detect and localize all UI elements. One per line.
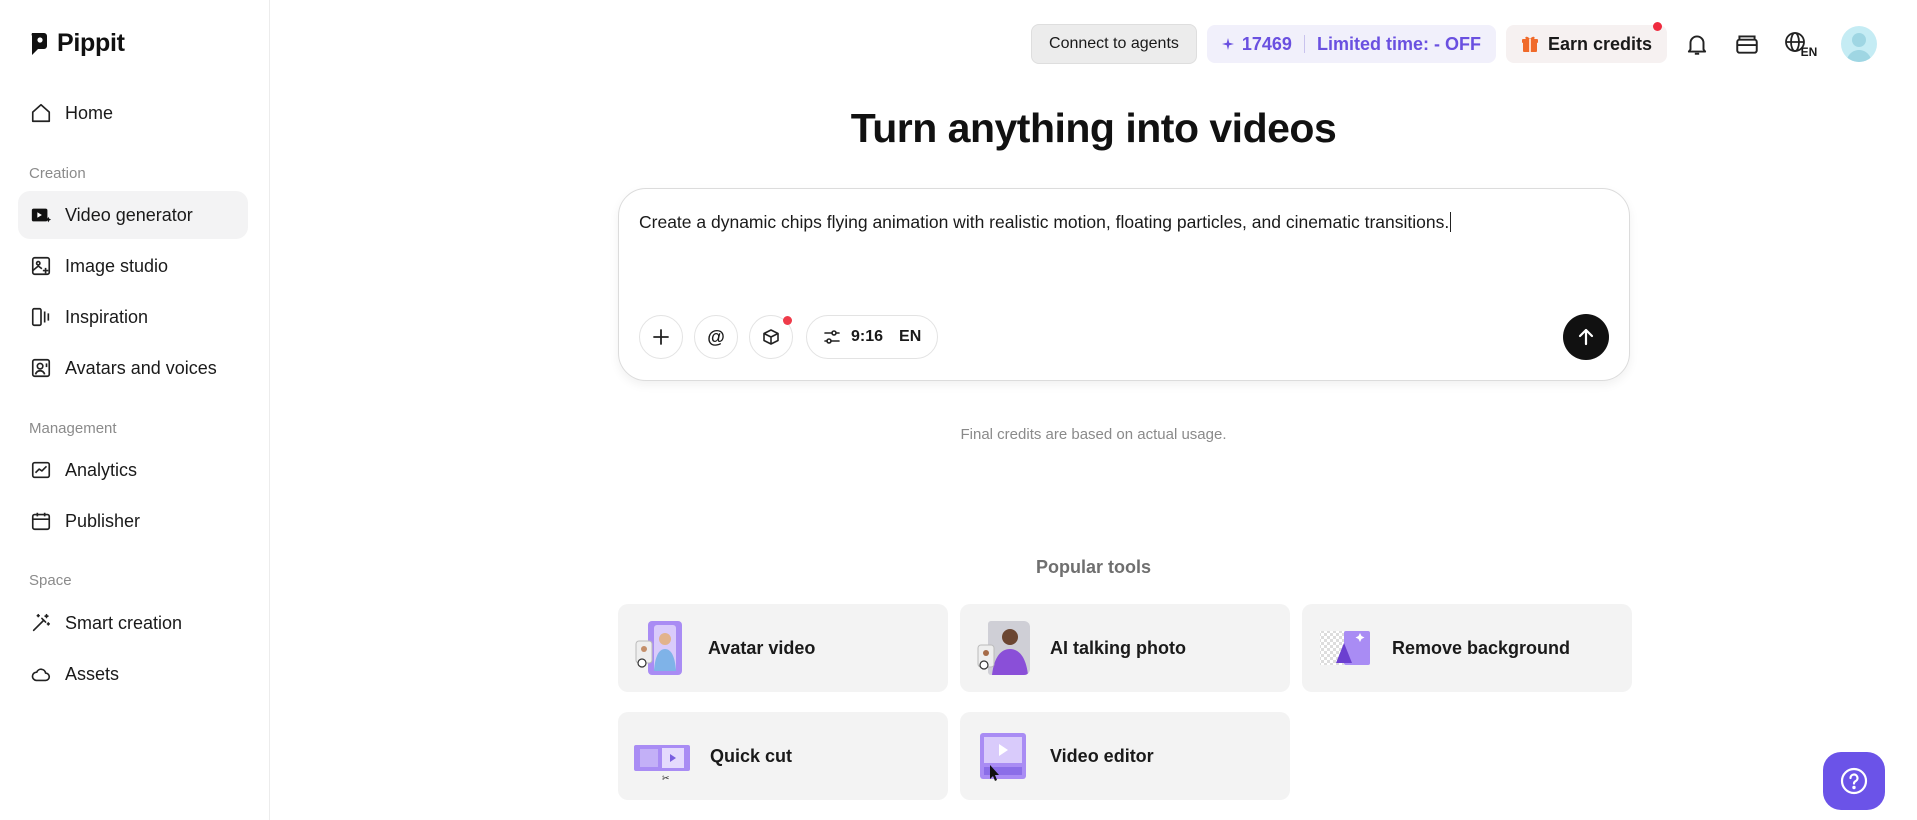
credits-count: 17469 [1241, 33, 1292, 54]
sidebar: Pippit Home Creation Video generator Ima… [0, 0, 270, 820]
settings-sliders-icon [824, 330, 840, 344]
prompt-composer: Create a dynamic chips flying animation … [618, 188, 1630, 381]
arrow-up-icon [1578, 328, 1594, 346]
wallet-icon [1736, 35, 1758, 54]
video-editor-thumb [976, 729, 1030, 783]
mention-button[interactable]: @ [694, 315, 738, 359]
credits-divider [1303, 35, 1305, 53]
tool-card-label: Remove background [1392, 637, 1571, 658]
sidebar-item-label: Avatars and voices [65, 357, 217, 378]
prompt-input[interactable]: Create a dynamic chips flying animation … [639, 212, 1451, 233]
sidebar-item-publisher[interactable]: Publisher [18, 497, 248, 545]
video-generator-icon [31, 208, 52, 223]
language-button[interactable]: EN [1777, 24, 1823, 64]
analytics-icon [31, 461, 51, 479]
avatar-voices-icon [31, 358, 51, 378]
send-button[interactable] [1563, 314, 1609, 360]
magic-wand-icon [32, 613, 51, 632]
gift-icon [1521, 36, 1538, 52]
remove-background-thumb [1318, 621, 1372, 675]
user-avatar-icon [1846, 33, 1872, 62]
avatar[interactable] [1841, 26, 1877, 62]
sidebar-item-video-generator[interactable]: Video generator [18, 191, 248, 239]
notification-dot [1653, 22, 1662, 31]
tool-card-avatar-video[interactable]: Avatar video [618, 604, 948, 692]
sidebar-item-home[interactable]: Home [18, 89, 248, 137]
popular-tools-heading: Popular tools [1035, 557, 1151, 577]
page-title: Turn anything into videos [850, 105, 1337, 151]
sidebar-item-label: Video generator [65, 204, 193, 225]
section-label-creation: Creation [29, 165, 86, 182]
tool-card-ai-talking-photo[interactable]: AI talking photo [960, 604, 1290, 692]
sidebar-item-label: Assets [65, 663, 120, 684]
help-icon [1840, 767, 1868, 795]
aspect-ratio-value: 9:16 [851, 328, 884, 345]
tool-card-video-editor[interactable]: Video editor [960, 712, 1290, 800]
brand-name: Pippit [57, 29, 125, 57]
avatar-video-thumb [634, 621, 688, 675]
svg-text:✂: ✂ [662, 774, 670, 783]
inspiration-icon [31, 307, 50, 327]
bell-icon [1687, 35, 1707, 55]
add-attachment-button[interactable] [639, 315, 683, 359]
tool-card-label: Quick cut [710, 745, 793, 766]
pippit-logo-icon [31, 32, 47, 55]
help-button[interactable] [1823, 752, 1885, 810]
sidebar-item-label: Image studio [65, 255, 169, 276]
credits-note: Final credits are based on actual usage. [960, 426, 1227, 443]
cube-icon [763, 329, 779, 345]
cloud-icon [31, 668, 51, 682]
sidebar-item-analytics[interactable]: Analytics [18, 446, 248, 494]
limited-time-offer: Limited time: - OFF [1316, 33, 1481, 54]
sidebar-item-smart-creation[interactable]: Smart creation [18, 599, 248, 647]
earn-credits-button[interactable]: Earn credits [1505, 22, 1667, 63]
sidebar-item-label: Analytics [65, 459, 138, 480]
language-code: EN [1800, 45, 1818, 59]
tool-card-label: Video editor [1050, 745, 1154, 766]
calendar-icon [31, 512, 51, 531]
plus-icon [653, 329, 669, 345]
tool-card-quick-cut[interactable]: ✂ Quick cut [618, 712, 948, 800]
brand-logo[interactable]: Pippit [29, 29, 125, 58]
sidebar-item-label: Inspiration [65, 306, 149, 327]
video-settings-button[interactable]: 9:16 EN [806, 315, 939, 359]
model-button[interactable] [749, 315, 793, 359]
sparkle-icon [1221, 38, 1234, 50]
top-bar: Connect to agents 17469 Limited time: - … [1031, 22, 1877, 64]
prompt-language-value: EN [899, 328, 922, 345]
tool-card-label: Avatar video [708, 637, 816, 658]
wallet-button[interactable] [1727, 24, 1767, 64]
at-sign-icon: @ [707, 326, 725, 347]
earn-credits-label: Earn credits [1547, 33, 1652, 54]
app-root: Pippit Home Creation Video generator Ima… [0, 0, 1917, 820]
section-label-management: Management [29, 420, 117, 437]
notifications-button[interactable] [1677, 24, 1717, 64]
sidebar-item-assets[interactable]: Assets [18, 650, 248, 698]
credits-pill[interactable]: 17469 Limited time: - OFF [1206, 25, 1496, 63]
sidebar-item-image-studio[interactable]: Image studio [18, 242, 248, 290]
connect-agents-button[interactable]: Connect to agents [1031, 24, 1197, 64]
sidebar-item-label: Home [65, 102, 114, 123]
sidebar-item-label: Publisher [65, 510, 141, 531]
sidebar-item-inspiration[interactable]: Inspiration [18, 293, 248, 341]
section-label-space: Space [29, 572, 72, 589]
sidebar-item-avatars-voices[interactable]: Avatars and voices [18, 344, 248, 392]
image-studio-icon [31, 256, 51, 276]
notification-dot [783, 316, 792, 325]
quick-cut-thumb: ✂ [634, 729, 690, 783]
sidebar-item-label: Smart creation [65, 612, 183, 633]
tool-card-remove-background[interactable]: Remove background [1302, 604, 1632, 692]
home-icon [31, 103, 51, 123]
tool-card-label: AI talking photo [1050, 637, 1186, 658]
talking-photo-thumb [976, 621, 1030, 675]
